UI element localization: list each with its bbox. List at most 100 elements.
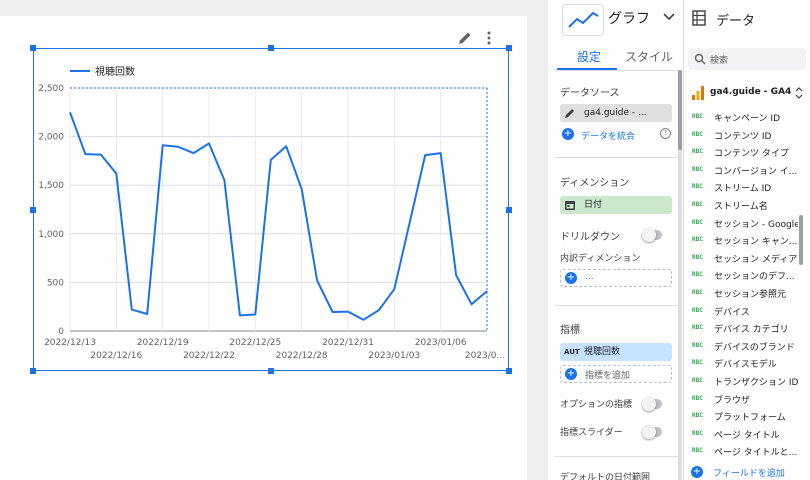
properties-scrollbar-thumb[interactable] <box>678 70 682 150</box>
data-point[interactable] <box>160 143 165 148</box>
tab-setup[interactable]: 設定 <box>577 48 601 65</box>
field-search-input[interactable]: 検索 <box>688 48 806 70</box>
chart-type-selector[interactable] <box>562 4 604 36</box>
metric-slider-toggle[interactable] <box>642 425 662 439</box>
dimension-chip[interactable]: 日付 <box>560 196 672 214</box>
field-item[interactable]: RBC ページ タイトル <box>688 426 798 443</box>
y-tick-label: 0 <box>58 327 64 337</box>
data-source-selector[interactable]: ga4.guide - GA4 <box>688 84 806 104</box>
data-source-chip[interactable]: ga4.guide - ... <box>560 104 672 122</box>
data-point[interactable] <box>129 307 134 312</box>
field-item[interactable]: RBC ストリーム名 <box>688 197 798 214</box>
add-field-button[interactable]: + フィールドを追加 <box>691 466 801 480</box>
field-name: ストリーム名 <box>714 202 768 212</box>
data-point[interactable] <box>330 310 335 315</box>
field-item[interactable]: RBC セッションのデフ... <box>688 267 798 284</box>
line-chart-icon <box>568 11 599 28</box>
field-name: プラットフォーム <box>714 413 786 424</box>
field-item[interactable]: RBC セッション メディア <box>688 250 798 267</box>
data-point[interactable] <box>222 178 227 183</box>
tab-style[interactable]: スタイル <box>625 48 673 65</box>
pencil-icon[interactable] <box>564 107 576 119</box>
help-icon[interactable]: ? <box>660 128 671 139</box>
field-item[interactable]: RBC セッション キャン... <box>688 232 798 249</box>
data-point[interactable] <box>346 309 351 314</box>
add-metric-label[interactable]: 指標を追加 <box>585 368 630 381</box>
data-point[interactable] <box>68 110 73 115</box>
field-type-tag: RBC <box>692 236 703 244</box>
x-tick-label: 2022/12/16 <box>90 351 142 361</box>
field-type-tag: RBC <box>692 130 703 138</box>
field-item[interactable]: RBC セッション - Google... <box>688 215 798 232</box>
chart-type-label[interactable]: グラフ <box>608 8 650 28</box>
field-item[interactable]: RBC トランザクション ID <box>688 373 798 390</box>
plus-icon[interactable]: + <box>565 368 577 380</box>
search-placeholder: 検索 <box>710 56 729 66</box>
breakdown-placeholder: ... <box>585 272 594 282</box>
data-point[interactable] <box>237 313 242 318</box>
add-field-label[interactable]: フィールドを追加 <box>713 466 785 479</box>
optional-metrics-toggle[interactable] <box>642 397 662 411</box>
field-item[interactable]: RBC コンバージョン イ... <box>688 162 798 179</box>
data-point[interactable] <box>253 312 258 317</box>
series-line-views[interactable] <box>69 111 488 321</box>
data-point[interactable] <box>145 311 150 316</box>
field-type-tag: RBC <box>692 341 703 349</box>
field-item[interactable]: RBC ブラウザ <box>688 391 798 408</box>
field-list-scrollbar[interactable] <box>799 215 803 265</box>
field-item[interactable]: RBC コンテンツ ID <box>688 127 798 144</box>
plus-icon[interactable]: + <box>691 466 703 478</box>
data-source-name: ga4.guide - GA4 <box>710 87 792 97</box>
field-item[interactable]: RBC デバイスのブランド <box>688 338 798 355</box>
data-point[interactable] <box>454 273 459 278</box>
add-metric-dropzone[interactable]: + 指標を追加 <box>560 365 672 383</box>
field-item[interactable]: RBC キャンペーン ID <box>688 109 798 126</box>
field-name: ストリーム ID <box>714 184 772 195</box>
breakdown-dimension-dropzone[interactable]: + ... <box>560 269 672 287</box>
data-point[interactable] <box>268 157 273 162</box>
field-item[interactable]: RBC デバイスモデル <box>688 355 798 372</box>
data-point[interactable] <box>423 153 428 158</box>
data-point[interactable] <box>83 152 88 157</box>
field-item[interactable]: RBC ストリーム ID <box>688 179 798 196</box>
field-item[interactable]: RBC セッション参照元 <box>688 285 798 302</box>
field-item[interactable]: RBC ページ タイトルと... <box>688 443 798 460</box>
data-point[interactable] <box>176 144 181 149</box>
data-point[interactable] <box>114 171 119 176</box>
metric-slider-label: 指標スライダー <box>560 428 623 438</box>
chart-plot: 0 500 1,000 1,500 2,000 2,500 2022/12/13 2022/1… <box>38 65 505 361</box>
plus-icon[interactable]: + <box>565 272 577 284</box>
toggle-knob <box>642 397 656 411</box>
field-item[interactable]: RBC プラットフォーム <box>688 408 798 425</box>
data-point[interactable] <box>438 151 443 156</box>
data-point[interactable] <box>299 187 304 192</box>
metric-chip[interactable]: AUT 視聴回数 <box>560 343 672 361</box>
expand-collapse-icon[interactable] <box>794 87 804 99</box>
table-icon <box>692 10 706 26</box>
field-item[interactable]: RBC コンテンツ タイプ <box>688 144 798 161</box>
drilldown-toggle[interactable] <box>642 228 662 242</box>
data-point[interactable] <box>191 151 196 156</box>
data-point[interactable] <box>98 152 103 157</box>
field-name: セッション キャン... <box>714 237 798 248</box>
data-point[interactable] <box>315 278 320 283</box>
data-point[interactable] <box>469 302 474 307</box>
field-item[interactable]: RBC デバイス <box>688 303 798 320</box>
field-name: セッションのデフ... <box>714 272 795 283</box>
data-point[interactable] <box>376 308 381 313</box>
data-point[interactable] <box>361 317 366 322</box>
plus-icon[interactable]: + <box>562 128 574 140</box>
data-point[interactable] <box>392 287 397 292</box>
data-point[interactable] <box>485 289 490 294</box>
field-type-tag: RBC <box>692 201 703 208</box>
field-type-tag: RBC <box>692 253 703 261</box>
field-type-tag: RBC <box>692 447 703 455</box>
drilldown-label: ドリルダウン <box>560 232 620 243</box>
field-item[interactable]: RBC デバイス カテゴリ <box>688 320 798 337</box>
blend-data-link[interactable]: データを統合 <box>581 129 635 142</box>
chevron-down-icon[interactable] <box>662 10 676 24</box>
metric-aggregation-tag: AUT <box>564 348 580 356</box>
data-point[interactable] <box>407 220 412 225</box>
data-point[interactable] <box>207 141 212 146</box>
data-point[interactable] <box>284 144 289 149</box>
